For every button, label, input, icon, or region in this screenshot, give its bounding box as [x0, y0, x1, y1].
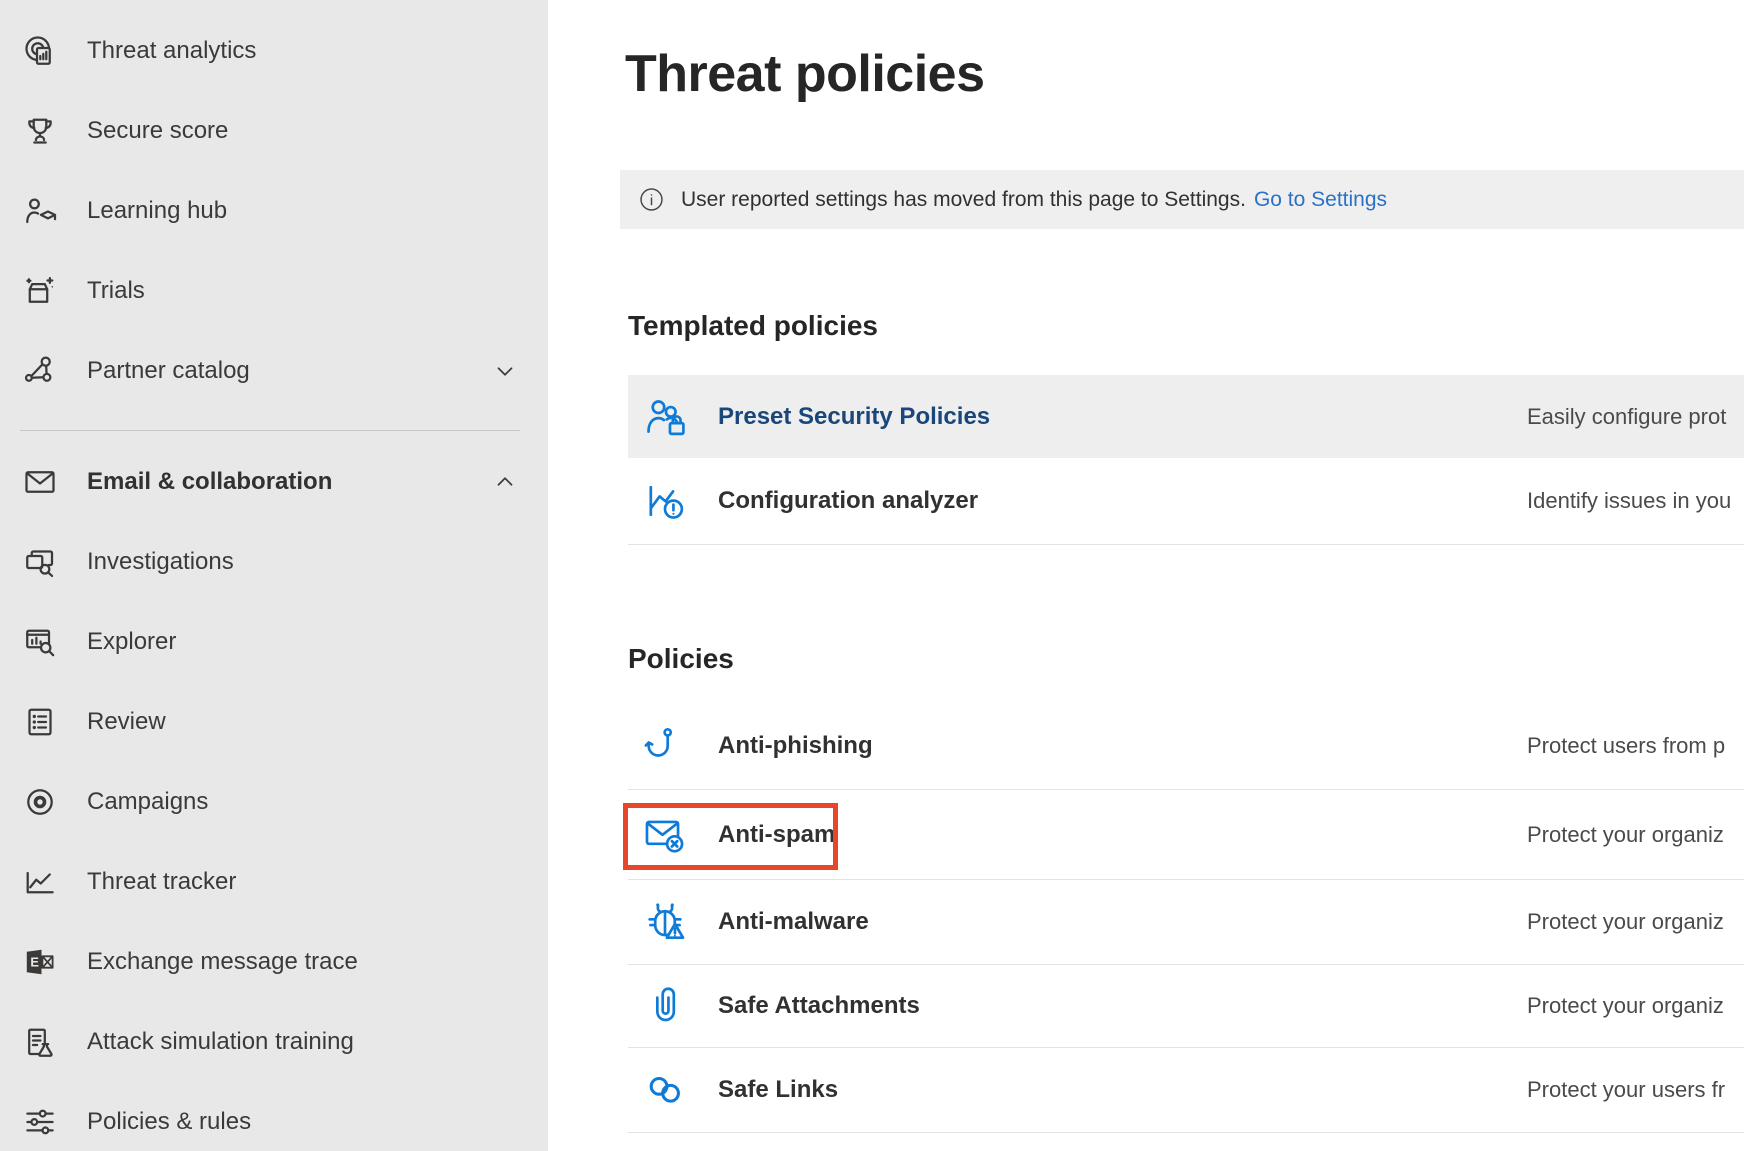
row-preset-security-policies[interactable]: Preset Security Policies Easily configur… [628, 375, 1744, 458]
info-banner: User reported settings has moved from th… [620, 170, 1744, 229]
sidebar-divider [20, 430, 520, 431]
sidebar-item-label: Threat analytics [87, 37, 256, 65]
sidebar-item-label: Secure score [87, 117, 228, 145]
info-icon [638, 186, 665, 213]
sidebar-item-label: Review [87, 708, 166, 736]
row-title[interactable]: Preset Security Policies [718, 403, 990, 431]
row-configuration-analyzer[interactable]: Configuration analyzer Identify issues i… [628, 458, 1744, 545]
sidebar-item-threat-tracker[interactable]: Threat tracker [0, 842, 548, 922]
row-anti-phishing[interactable]: Anti-phishing Protect users from p [628, 703, 1744, 790]
sidebar-item-label: Learning hub [87, 197, 227, 225]
row-title[interactable]: Safe Attachments [718, 992, 920, 1020]
people-lock-icon [642, 394, 688, 440]
page-title: Threat policies [625, 44, 985, 104]
sidebar-item-trials[interactable]: Trials [0, 251, 548, 331]
sidebar-item-review[interactable]: Review [0, 682, 548, 762]
row-title[interactable]: Anti-phishing [718, 732, 873, 760]
chevron-up-icon[interactable] [492, 469, 518, 495]
main-content: Threat policies User reported settings h… [548, 0, 1744, 1151]
sidebar-item-attack-simulation-training[interactable]: Attack simulation training [0, 1002, 548, 1082]
sidebar-item-campaigns[interactable]: Campaigns [0, 762, 548, 842]
sidebar-nav: Threat analytics Secure score Learning h… [0, 0, 548, 1151]
row-title[interactable]: Configuration analyzer [718, 487, 978, 515]
row-anti-malware[interactable]: Anti-malware Protect your organiz [628, 880, 1744, 965]
sidebar-item-policies-rules[interactable]: Policies & rules [0, 1082, 548, 1151]
row-title[interactable]: Anti-malware [718, 908, 869, 936]
target-circles-icon [22, 784, 58, 820]
magic-box-icon [22, 273, 58, 309]
globe-chart-icon [22, 33, 58, 69]
windows-magnifier-icon [22, 544, 58, 580]
sidebar-item-exchange-message-trace[interactable]: E Exchange message trace [0, 922, 548, 1002]
network-nodes-icon [22, 353, 58, 389]
sidebar-item-explorer[interactable]: Explorer [0, 602, 548, 682]
sidebar-item-label: Threat tracker [87, 868, 236, 896]
chart-magnifier-icon [22, 624, 58, 660]
sidebar-item-label: Email & collaboration [87, 468, 332, 496]
trophy-icon [22, 113, 58, 149]
row-description: Easily configure prot [1527, 404, 1726, 430]
sidebar-item-threat-analytics[interactable]: Threat analytics [0, 11, 548, 91]
row-description: Protect your organiz [1527, 822, 1724, 848]
section-heading-templated-policies: Templated policies [628, 310, 878, 342]
sidebar-item-investigations[interactable]: Investigations [0, 522, 548, 602]
exchange-logo-icon: E [22, 944, 58, 980]
sidebar-item-secure-score[interactable]: Secure score [0, 91, 548, 171]
chain-links-icon [642, 1067, 688, 1113]
row-description: Protect users from p [1527, 733, 1725, 759]
row-safe-attachments[interactable]: Safe Attachments Protect your organiz [628, 965, 1744, 1048]
fish-hook-icon [642, 723, 688, 769]
sidebar-item-label: Policies & rules [87, 1108, 251, 1136]
sidebar-item-email-collaboration[interactable]: Email & collaboration [0, 442, 548, 522]
envelope-block-icon [642, 812, 688, 858]
banner-message: User reported settings has moved from th… [681, 188, 1246, 212]
row-description: Protect your organiz [1527, 993, 1724, 1019]
section-heading-policies: Policies [628, 643, 734, 675]
person-graduation-icon [22, 193, 58, 229]
chevron-down-icon[interactable] [492, 358, 518, 384]
chart-alert-icon [642, 478, 688, 524]
sidebar-item-partner-catalog[interactable]: Partner catalog [0, 331, 548, 411]
row-safe-links[interactable]: Safe Links Protect your users fr [628, 1048, 1744, 1133]
sliders-icon [22, 1104, 58, 1140]
row-description: Protect your organiz [1527, 909, 1724, 935]
clipboard-list-icon [22, 704, 58, 740]
sidebar-item-label: Investigations [87, 548, 234, 576]
paperclip-icon [642, 983, 688, 1029]
bug-warning-icon [642, 899, 688, 945]
row-title[interactable]: Safe Links [718, 1076, 838, 1104]
sidebar-item-learning-hub[interactable]: Learning hub [0, 171, 548, 251]
row-description: Identify issues in you [1527, 488, 1731, 514]
go-to-settings-link[interactable]: Go to Settings [1254, 188, 1387, 212]
sidebar-item-label: Explorer [87, 628, 176, 656]
sidebar-item-label: Partner catalog [87, 357, 250, 385]
sidebar-item-label: Campaigns [87, 788, 208, 816]
sidebar-item-label: Attack simulation training [87, 1028, 354, 1056]
document-flask-icon [22, 1024, 58, 1060]
row-anti-spam[interactable]: Anti-spam Protect your organiz [628, 790, 1744, 880]
svg-text:E: E [30, 955, 39, 970]
envelope-icon [22, 464, 58, 500]
sidebar-item-label: Trials [87, 277, 145, 305]
sidebar-item-label: Exchange message trace [87, 948, 358, 976]
line-chart-icon [22, 864, 58, 900]
row-description: Protect your users fr [1527, 1077, 1725, 1103]
row-title[interactable]: Anti-spam [718, 821, 835, 849]
